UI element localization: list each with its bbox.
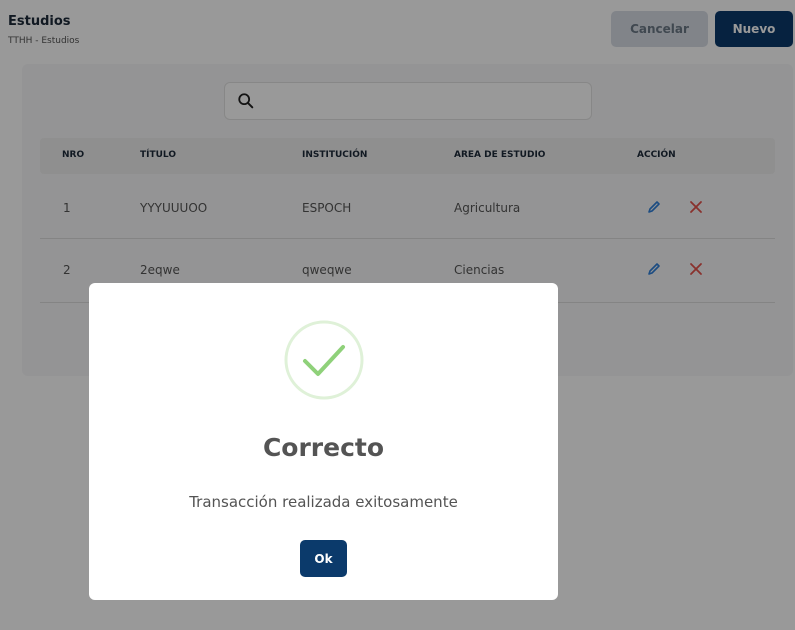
check-icon	[284, 320, 364, 400]
dialog-message: Transacción realizada exitosamente	[189, 493, 458, 511]
ok-button[interactable]: Ok	[300, 540, 347, 577]
dialog-title: Correcto	[262, 433, 385, 462]
success-dialog: Correcto Transacción realizada exitosame…	[89, 283, 558, 600]
